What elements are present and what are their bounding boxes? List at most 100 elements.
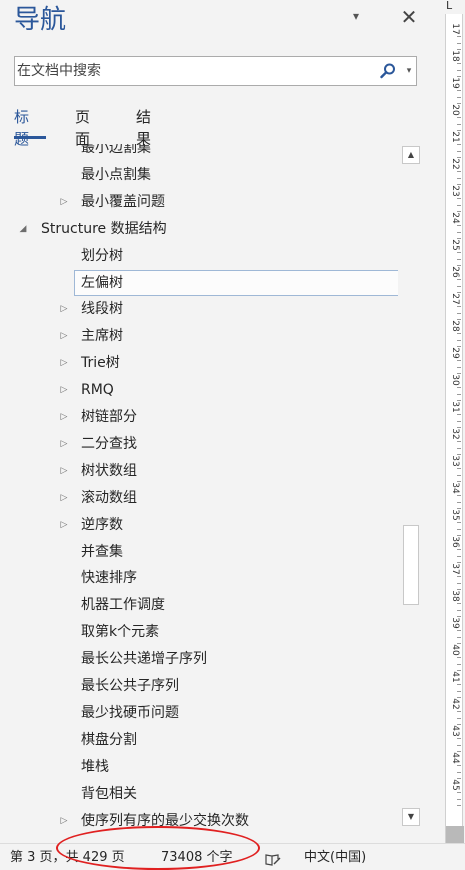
tree-item-label: 二分查找 [81,436,137,452]
ruler-number: 19 [450,77,460,89]
ruler-tick [457,333,461,334]
tree-item-label: 左偏树 [81,275,123,291]
tree-scrollbar[interactable]: ▲ ▼ [402,146,420,826]
tree-heading-item[interactable]: 并查集 [14,539,398,565]
pane-options-icon[interactable]: ▾ [348,6,364,26]
collapsed-arrow-icon[interactable]: ▷ [58,296,70,322]
language-status[interactable]: 中文(中国) [304,844,366,870]
collapsed-arrow-icon[interactable]: ▷ [58,808,70,834]
ruler-tick [457,799,461,800]
tree-heading-item[interactable]: 最小边割集 [14,144,398,161]
ruler-current-page-marker [446,826,464,843]
ruler-number: 38 [450,590,460,602]
tree-item-label: 最长公共子序列 [81,678,179,694]
ruler-number: 39 [450,617,460,629]
ruler-tick [457,198,461,199]
tree-item-label: 背包相关 [81,786,137,802]
ruler-number: 20 [450,104,460,116]
collapsed-arrow-icon[interactable]: ▷ [58,431,70,457]
ruler-tick [457,522,461,523]
tree-item-label: Trie树 [81,355,120,371]
ruler-tick [457,259,461,260]
search-options-chevron-icon[interactable]: ▾ [403,64,415,78]
ruler-tick [457,441,461,442]
ruler-tick [457,448,461,449]
tree-heading-item[interactable]: 最长公共子序列 [14,673,398,699]
tree-heading-item[interactable]: ▷ Trie树 [14,350,398,376]
collapsed-arrow-icon[interactable]: ▷ [58,323,70,349]
ruler-number: 23 [450,185,460,197]
proofing-book-icon[interactable] [264,850,282,866]
scroll-up-button[interactable]: ▲ [402,146,420,164]
collapsed-arrow-icon[interactable]: ▷ [58,485,70,511]
ruler-tick [457,711,461,712]
ruler-tick [457,171,461,172]
collapsed-arrow-icon[interactable]: ▷ [58,404,70,430]
vertical-ruler[interactable]: 17 18 19 20 21 22 23 24 25 26 27 28 29 30 31 32 33 34 35 36… [445,14,464,843]
ruler-tick [457,421,461,422]
tree-heading-item[interactable]: ▷ 最小覆盖问题 [14,189,398,215]
tree-item-label: 划分树 [81,248,123,264]
tree-heading-item[interactable]: ▷ 树链部分 [14,404,398,430]
collapsed-arrow-icon[interactable]: ▷ [58,377,70,403]
collapsed-arrow-icon[interactable]: ▷ [58,512,70,538]
ruler-number: 18 [450,50,460,62]
tree-heading-item[interactable]: 划分树 [14,243,398,269]
collapsed-arrow-icon[interactable]: ▷ [58,189,70,215]
tree-heading-item[interactable]: 快速排序 [14,565,398,591]
tree-heading-item[interactable]: 背包相关 [14,781,398,807]
search-icon[interactable] [379,62,397,80]
ruler-tick [457,792,461,793]
tree-heading-item[interactable]: 取第k个元素 [14,619,398,645]
tree-item-label: 滚动数组 [81,490,137,506]
close-icon[interactable]: ✕ [398,6,420,28]
ruler-tick [457,394,461,395]
tree-item-label: 最少找硬币问题 [81,705,179,721]
ruler-tick [457,225,461,226]
ruler-tick [457,232,461,233]
ruler-tick [457,36,461,37]
ruler-tick [457,495,461,496]
tree-heading-item[interactable]: ▷ 二分查找 [14,431,398,457]
tree-heading-item[interactable]: 机器工作调度 [14,592,398,618]
tree-heading-item[interactable]: 左偏树 [74,270,398,296]
tree-heading-item[interactable]: 最小点割集 [14,162,398,188]
ruler-tick [457,367,461,368]
scroll-thumb[interactable] [403,525,419,605]
ruler-number: 27 [450,293,460,305]
tree-heading-item[interactable]: 最长公共递增子序列 [14,646,398,672]
ruler-tick [457,144,461,145]
ruler-number: 25 [450,239,460,251]
search-input[interactable] [17,59,367,83]
tree-item-label: 机器工作调度 [81,597,165,613]
tree-heading-item[interactable]: ▷ 逆序数 [14,512,398,538]
ruler-tick [457,529,461,530]
tree-heading-level1[interactable]: ◢ Structure 数据结构 [14,216,398,242]
tree-item-label: 树链部分 [81,409,137,425]
expanded-arrow-icon[interactable]: ◢ [17,216,29,242]
ruler-tick [457,765,461,766]
tree-heading-item[interactable]: 堆栈 [14,754,398,780]
scroll-down-button[interactable]: ▼ [402,808,420,826]
ruler-tick [457,637,461,638]
tree-heading-item[interactable]: ▷ 树状数组 [14,458,398,484]
tree-heading-item[interactable]: ▷ 主席树 [14,323,398,349]
tree-heading-item[interactable]: ▷ 滚动数组 [14,485,398,511]
collapsed-arrow-icon[interactable]: ▷ [58,350,70,376]
tree-heading-item[interactable]: ▷ RMQ [14,377,398,403]
search-box[interactable]: ▾ [14,56,417,86]
ruler-tick [457,475,461,476]
tree-heading-item[interactable]: ▷ 线段树 [14,296,398,322]
ruler-tick [457,657,461,658]
ruler-number: 26 [450,266,460,278]
ruler-tick [457,576,461,577]
ruler-tick [457,610,461,611]
collapsed-arrow-icon[interactable]: ▷ [58,458,70,484]
scroll-track[interactable] [402,164,420,808]
vertical-ruler-area: L 17 18 19 20 21 22 23 24 25 26 27 28 29 30 31 32 33 34 35… [437,0,465,843]
tree-heading-item[interactable]: 棋盘分割 [14,727,398,753]
ruler-tick [457,70,461,71]
ruler-tick [457,583,461,584]
tree-heading-item[interactable]: 最少找硬币问题 [14,700,398,726]
ruler-number: 37 [450,563,460,575]
